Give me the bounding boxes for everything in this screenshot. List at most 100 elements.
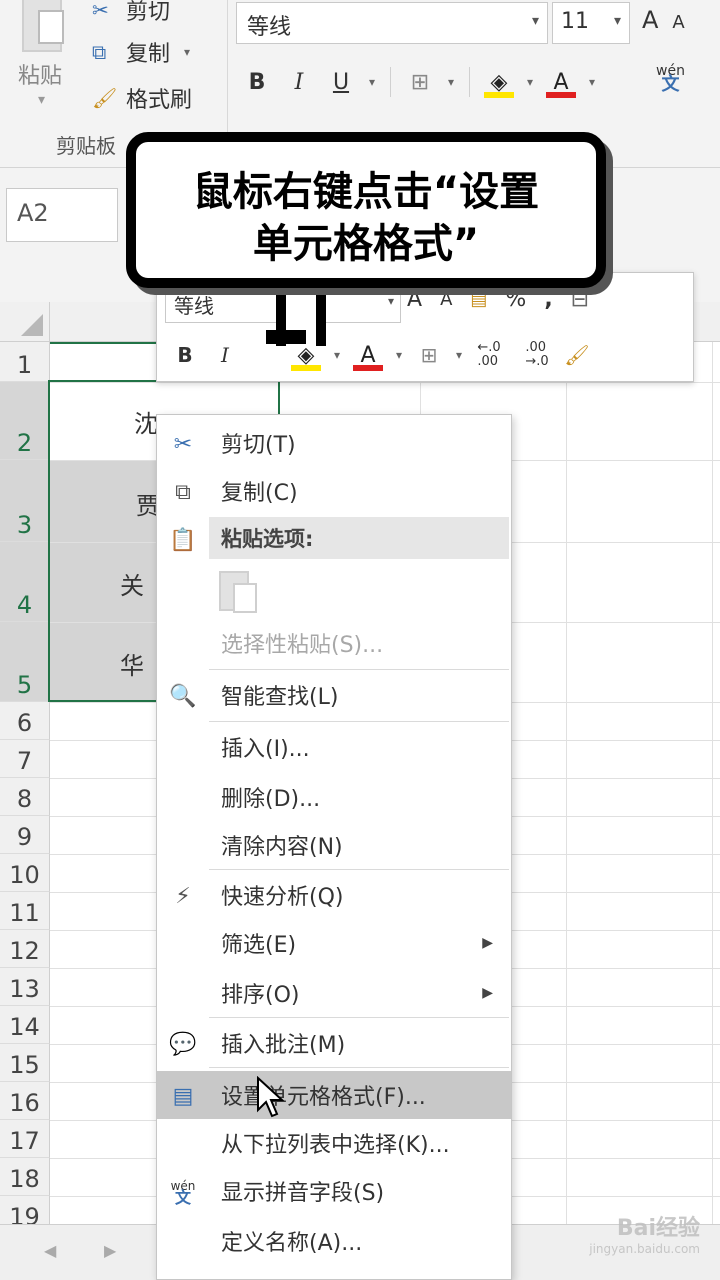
mini-font-color-button[interactable]: A <box>347 335 389 375</box>
row-header[interactable]: 18 <box>0 1158 50 1196</box>
row-header[interactable]: 3 <box>0 460 50 542</box>
menu-item-label: 快速分析(Q) <box>221 885 344 910</box>
row-header[interactable]: 16 <box>0 1082 50 1120</box>
row-header[interactable]: 2 <box>0 382 50 460</box>
increase-font-icon[interactable]: A <box>642 6 672 34</box>
cell-a4-text: 关 <box>120 572 144 600</box>
menu-item-insert-comment[interactable]: 💬 插入批注(M) <box>157 1019 511 1067</box>
row-header[interactable]: 7 <box>0 740 50 778</box>
menu-item-quick-analysis[interactable]: ⚡ 快速分析(Q) <box>157 871 511 919</box>
context-menu: ✂ 剪切(T) ⧉ 复制(C) 📋 粘贴选项: 选择性粘贴(S)... 🔍 智能… <box>156 414 512 1280</box>
font-size-select[interactable]: 11 ▾ <box>552 2 630 44</box>
mini-bold-button[interactable]: B <box>165 336 205 374</box>
menu-item-pick-from-list[interactable]: 从下拉列表中选择(K)... <box>157 1119 511 1167</box>
menu-item-cut[interactable]: ✂ 剪切(T) <box>157 419 511 467</box>
decrease-decimal-button[interactable]: .00 →.0 <box>517 336 557 374</box>
cut-label: 剪切 <box>126 0 171 25</box>
format-painter-label: 格式刷 <box>126 88 193 113</box>
paint-bucket-icon: ◈ <box>490 69 508 95</box>
font-name-select[interactable]: 等线 ▾ <box>236 2 548 44</box>
scroll-left-icon[interactable]: ◀ <box>44 1241 56 1260</box>
chevron-down-icon[interactable]: ▾ <box>441 75 461 89</box>
chevron-down-icon[interactable]: ▾ <box>362 75 382 89</box>
paste-button[interactable]: 粘贴 ▾ <box>12 0 74 110</box>
menu-item-insert[interactable]: 插入(I)... <box>157 723 511 771</box>
percent-button[interactable]: % <box>505 287 526 312</box>
chevron-down-icon: ▾ <box>184 45 191 59</box>
menu-item-clear-contents[interactable]: 清除内容(N) <box>157 821 511 869</box>
chevron-down-icon[interactable]: ▾ <box>582 75 602 89</box>
row-header[interactable]: 14 <box>0 1006 50 1044</box>
name-box[interactable]: A2 <box>6 188 118 242</box>
format-painter-button[interactable]: 🖌 格式刷 <box>92 80 192 116</box>
row-header[interactable]: 4 <box>0 542 50 622</box>
select-all-corner[interactable] <box>0 302 50 342</box>
row-header[interactable]: 17 <box>0 1120 50 1158</box>
fill-color-button[interactable]: ◈ <box>478 62 520 102</box>
bold-button[interactable]: B <box>236 62 278 102</box>
format-row: B I U ▾ ⊞ ▾ ◈ ▾ A ▾ <box>236 62 602 102</box>
merge-center-icon[interactable]: ⊟ <box>571 287 589 312</box>
mini-borders-icon[interactable]: ⊞ <box>409 336 449 374</box>
menu-separator <box>209 669 509 670</box>
cut-button[interactable]: ✂ 剪切 <box>92 0 170 28</box>
row-header[interactable]: 8 <box>0 778 50 816</box>
increase-decimal-button[interactable]: ←.0 .00 <box>469 336 509 374</box>
paste-options-header: 粘贴选项: <box>209 517 509 559</box>
mini-italic-button[interactable]: I <box>205 336 245 374</box>
row-header[interactable]: 6 <box>0 702 50 740</box>
phonetic-icon: wén 文 <box>170 1179 196 1207</box>
brush-icon[interactable]: 🖌 <box>557 336 597 374</box>
menu-item-define-name[interactable]: 定义名称(A)... <box>157 1217 511 1265</box>
menu-item-copy[interactable]: ⧉ 复制(C) <box>157 467 511 515</box>
menu-separator <box>209 1067 509 1068</box>
menu-item-label: 删除(D)... <box>221 787 321 812</box>
separator <box>469 67 470 97</box>
cell-a2-text: 沈 <box>134 410 158 438</box>
row-header[interactable]: 12 <box>0 930 50 968</box>
watermark: Bai经验 jingyan.baidu.com <box>589 1210 700 1256</box>
decrease-font-icon[interactable]: A <box>672 12 698 33</box>
menu-item-label: 排序(O) <box>221 983 300 1008</box>
row-header[interactable]: 19 <box>0 1196 50 1224</box>
paste-icon <box>22 0 64 52</box>
mouse-pointer-icon <box>257 1076 285 1118</box>
menu-item-format-cells[interactable]: ▤ 设置单元格格式(F)... <box>157 1071 511 1119</box>
smart-lookup-icon: 🔍 <box>169 683 197 709</box>
accounting-format-icon[interactable]: ▤ <box>470 289 487 310</box>
menu-item-filter[interactable]: 筛选(E) ▶ <box>157 919 511 967</box>
decrease-font-icon[interactable]: A <box>440 289 452 310</box>
increase-font-icon[interactable]: A <box>407 287 422 312</box>
font-color-button[interactable]: A <box>540 62 582 102</box>
underline-button[interactable]: U <box>320 62 362 102</box>
copy-button[interactable]: ⧉ 复制 ▾ <box>92 34 190 70</box>
row-header[interactable]: 5 <box>0 622 50 702</box>
row-header[interactable]: 10 <box>0 854 50 892</box>
italic-button[interactable]: I <box>278 62 320 102</box>
menu-item-show-phonetic[interactable]: wén 文 显示拼音字段(S) <box>157 1167 511 1215</box>
chevron-down-icon[interactable]: ▾ <box>449 348 469 362</box>
paste-label: 粘贴 <box>18 64 63 89</box>
chevron-down-icon: ▾ <box>38 92 46 108</box>
chevron-down-icon[interactable]: ▾ <box>327 348 347 362</box>
scroll-right-icon[interactable]: ▶ <box>104 1241 116 1260</box>
menu-item-smart-lookup[interactable]: 🔍 智能查找(L) <box>157 671 511 719</box>
grid-line <box>566 342 567 1224</box>
menu-item-delete[interactable]: 删除(D)... <box>157 773 511 821</box>
row-header[interactable]: 15 <box>0 1044 50 1082</box>
menu-item-paste-special[interactable]: 选择性粘贴(S)... <box>157 619 511 667</box>
comma-button[interactable]: , <box>544 287 552 312</box>
row-header[interactable]: 11 <box>0 892 50 930</box>
row-header[interactable]: 9 <box>0 816 50 854</box>
chevron-down-icon[interactable]: ▾ <box>520 75 540 89</box>
borders-icon[interactable]: ⊞ <box>399 62 441 102</box>
separator <box>390 67 391 97</box>
paste-option-button[interactable] <box>219 565 263 615</box>
row-header[interactable]: 1 <box>0 342 50 382</box>
menu-item-sort[interactable]: 排序(O) ▶ <box>157 969 511 1017</box>
phonetic-guide-button[interactable]: wén 文 <box>656 64 685 94</box>
font-grow-shrink[interactable]: AA <box>642 6 699 34</box>
row-header[interactable]: 13 <box>0 968 50 1006</box>
fill-color-bar <box>291 365 321 371</box>
chevron-down-icon[interactable]: ▾ <box>389 348 409 362</box>
